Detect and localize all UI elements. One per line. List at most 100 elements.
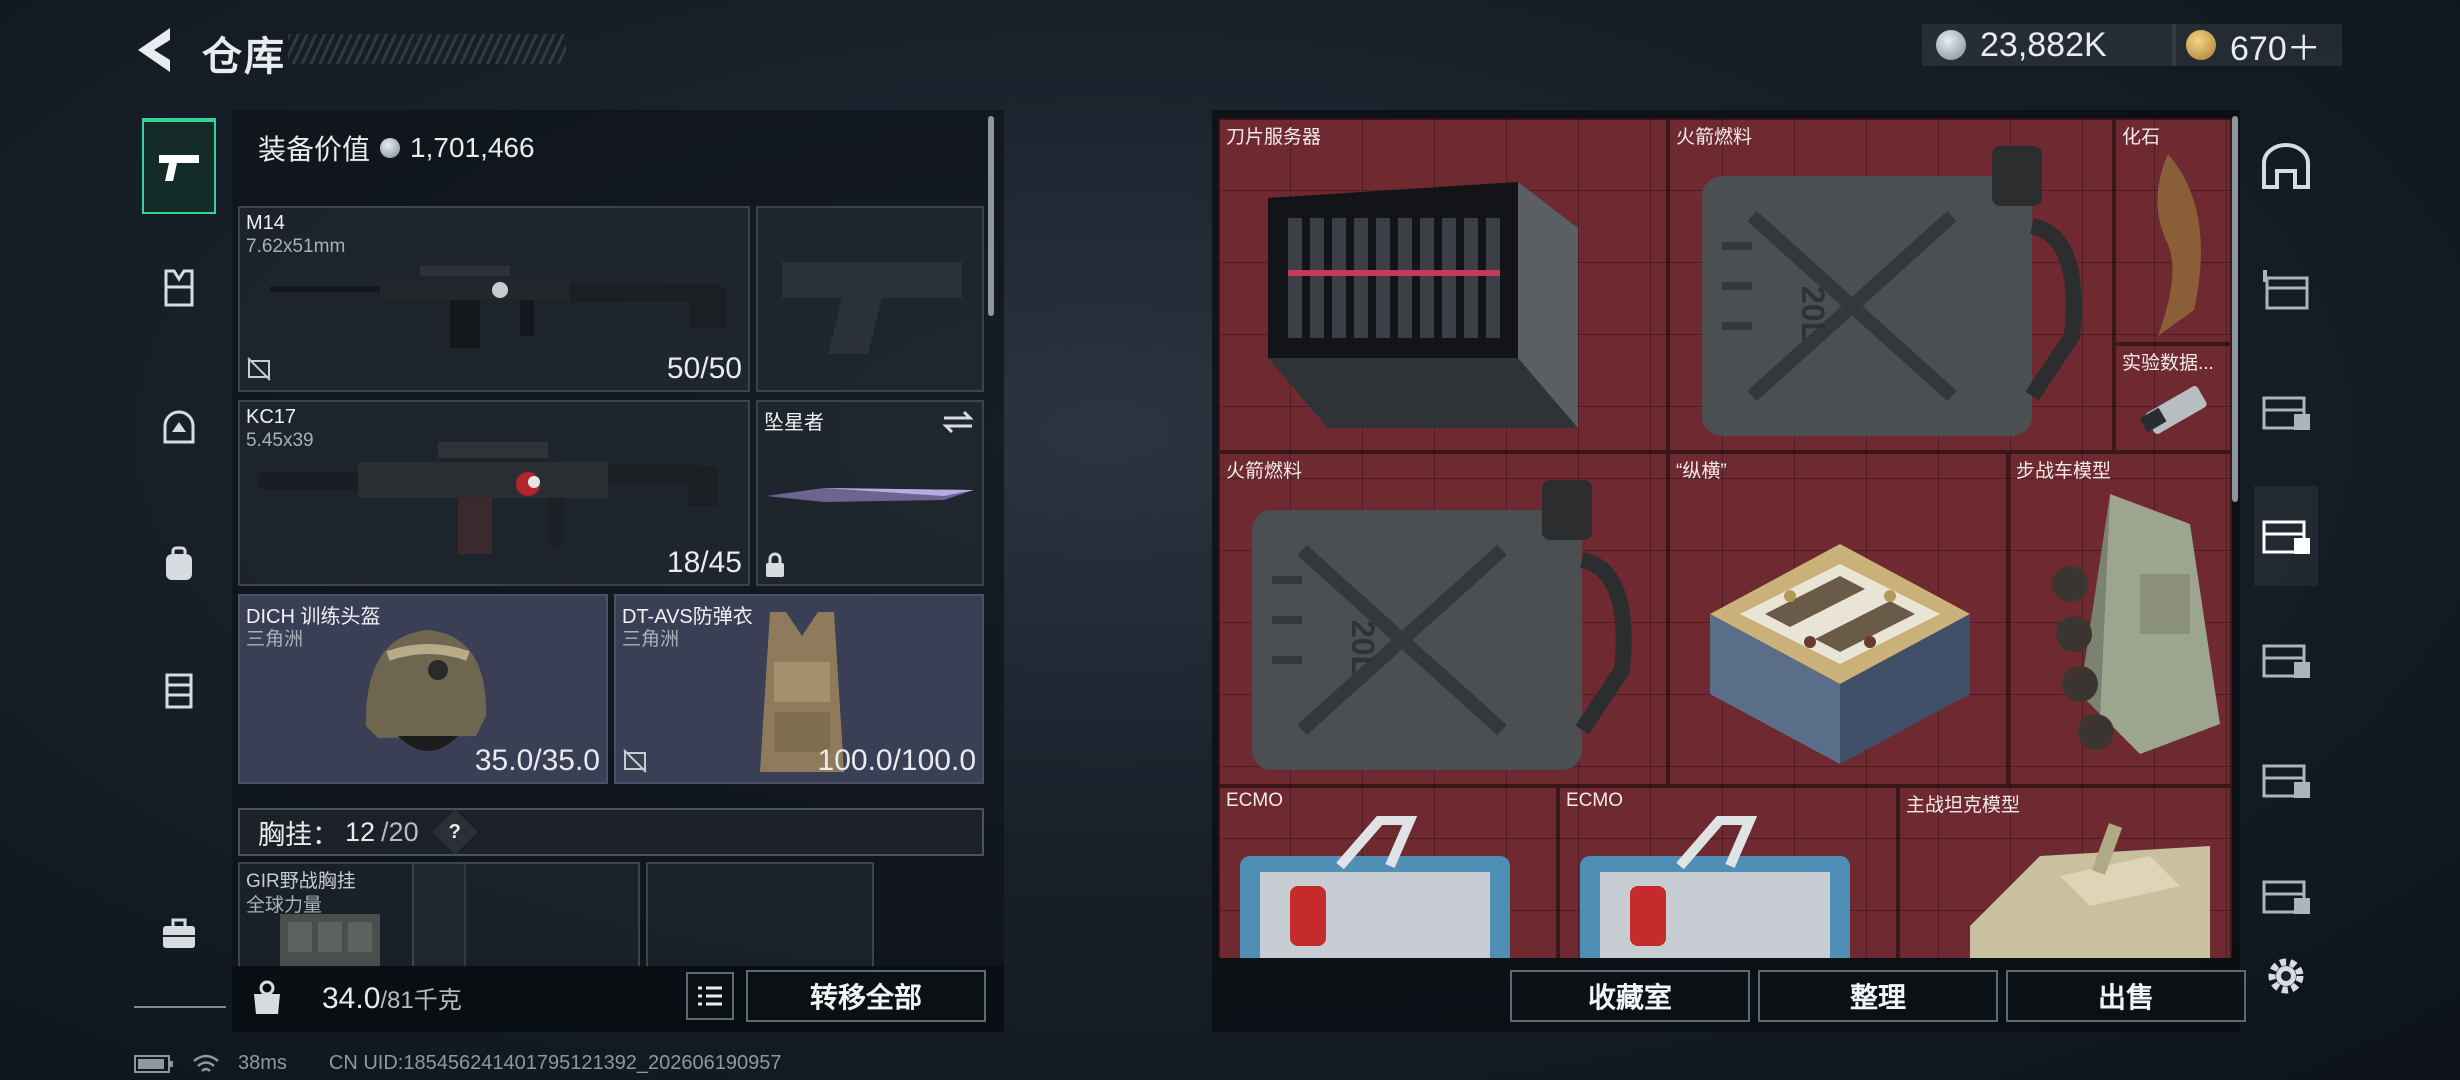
jerrycan-volume-text: 20L [1345,620,1381,675]
ecmo-machine-image [1580,816,1850,958]
status-bar: 38ms CN UID:185456241401795121392_202606… [134,1052,782,1075]
ecmo-machine-image [1240,816,1510,958]
sell-button[interactable]: 出售 [2006,970,2246,1022]
storage-page-5-icon [2262,880,2310,914]
no-insurance-icon [623,749,647,773]
storage-crate-icon [2263,270,2309,310]
armor-vest-icon [164,269,194,307]
storage-item[interactable]: 刀片服务器 [1218,118,1668,452]
sidearm-slot[interactable] [756,206,984,392]
melee-name: 坠星者 [764,412,824,434]
backpack-icon [166,546,192,580]
nav-armor-vest[interactable] [142,240,216,336]
swap-icon[interactable] [942,410,974,434]
fossil-claw-image [2157,154,2201,336]
knife-image [766,488,974,502]
chest-rig-image [280,914,380,968]
organize-button[interactable]: 整理 [1758,970,1998,1022]
gold-amount: 670＋ [2230,29,2321,68]
equipment-category-nav [134,110,226,1008]
tab-storage-crate[interactable] [2254,240,2318,340]
pistol-silhouette-icon [782,262,962,354]
nav-backpack[interactable] [142,516,216,612]
storage-item[interactable]: 主战坦克模型 [1898,786,2232,958]
wifi-icon [193,1054,219,1072]
gold-balance[interactable]: 670＋ [2172,24,2342,68]
chest-rig-label: 胸挂： [258,819,339,850]
tab-storage-page-3[interactable] [2254,610,2318,710]
equipment-value-amount: 1,701,466 [410,132,535,163]
blade-server-image [1268,182,1578,428]
chest-rig-pocket[interactable] [646,862,874,972]
weight-value: 34.0 [322,982,381,1015]
jerrycan-image: 20L [1252,480,1632,770]
storage-item[interactable]: ECMO [1558,786,1898,958]
data-drive-image [2139,386,2207,434]
nav-weapons[interactable] [142,118,216,214]
lock-icon [766,552,784,577]
tab-storage-page-1[interactable] [2254,362,2318,462]
item-label: 步战车模型 [2016,461,2112,482]
storage-item[interactable]: “纵横” [1668,452,2008,786]
list-view-button[interactable] [686,972,734,1020]
weapon-name: M14 [246,212,285,234]
chest-rig-header: 胸挂： 12 /20 ? [238,808,984,856]
nav-helmet[interactable] [142,380,216,476]
body-armor-slot[interactable]: DT-AVS防弹衣 三角洲 100.0/100.0 [614,594,984,784]
back-arrow-icon[interactable] [130,24,176,76]
item-label: 主战坦克模型 [1906,795,2021,816]
list-icon [698,986,722,1006]
chest-rig-count: 12 [345,816,376,847]
item-label: ECMO [1226,790,1283,811]
weapon-durability: 50/50 [666,352,742,385]
storage-scrollbar[interactable] [2232,116,2238,502]
chest-rig-icon [165,673,193,709]
coin-icon [380,138,401,158]
secondary-weapon-slot[interactable]: KC17 5.45x39 18/45 [238,400,750,586]
helmet-icon [163,410,195,444]
battery-icon [134,1054,173,1073]
help-icon: ? [448,820,461,843]
equipment-scrollbar[interactable] [988,116,994,316]
weight-max: /81千克 [380,987,462,1014]
jerrycan-volume-text: 20L [1795,286,1831,341]
chest-rig-pocket[interactable] [412,862,640,972]
chest-rig-help-button[interactable]: ? [431,809,478,855]
nav-chest-rig[interactable] [142,642,216,738]
settings-button[interactable] [2254,926,2318,1026]
armor-durability: 100.0/100.0 [817,744,976,777]
storage-item[interactable]: 火箭燃料 20L [1218,452,1668,786]
storage-item[interactable]: ECMO [1218,786,1558,958]
tab-storage-page-2[interactable] [2254,486,2318,586]
primary-weapon-slot[interactable]: M14 7.62x51mm 50/50 [238,206,750,392]
helmet-brand: 三角洲 [246,629,304,650]
storage-page-3-icon [2262,644,2310,678]
storage-item[interactable]: 化石 [2114,118,2232,344]
item-label: ECMO [1566,790,1623,811]
coin-balance[interactable]: 23,882K [1922,24,2176,66]
tank-model-image [1970,823,2210,958]
page-title: 仓库 [202,35,286,79]
storage-item[interactable]: 实验数据... [2114,344,2232,452]
tab-storage-page-4[interactable] [2254,730,2318,830]
melee-slot[interactable]: 坠星者 [756,400,984,586]
m14-rifle-image [270,266,726,348]
settings-icon [2268,958,2304,994]
coin-amount: 23,882K [1980,25,2107,64]
helmet-image [365,630,487,751]
ifv-model-image [2052,494,2220,754]
helmet-slot[interactable]: DICH 训练头盔 三角洲 35.0/35.0 [238,594,608,784]
storage-item[interactable]: 火箭燃料 20L [1668,118,2114,452]
item-label: 刀片服务器 [1226,127,1322,148]
tab-safehouse[interactable] [2254,116,2318,216]
chest-rig-capacity: /20 [381,816,419,847]
nav-case[interactable] [142,886,216,982]
storage-item[interactable]: 步战车模型 [2008,452,2232,786]
no-insurance-icon [247,357,271,381]
storage-grid: 刀片服务器 火箭燃料 20L 化石 实验数据... 火箭燃料 20L “纵横” … [1218,118,2232,958]
collection-room-button[interactable]: 收藏室 [1510,970,1750,1022]
rig-name: GIR野战胸挂 [246,871,356,892]
transfer-all-button[interactable]: 转移全部 [746,970,986,1022]
item-label: “纵横” [1676,461,1727,482]
item-label: 化石 [2122,127,2161,148]
